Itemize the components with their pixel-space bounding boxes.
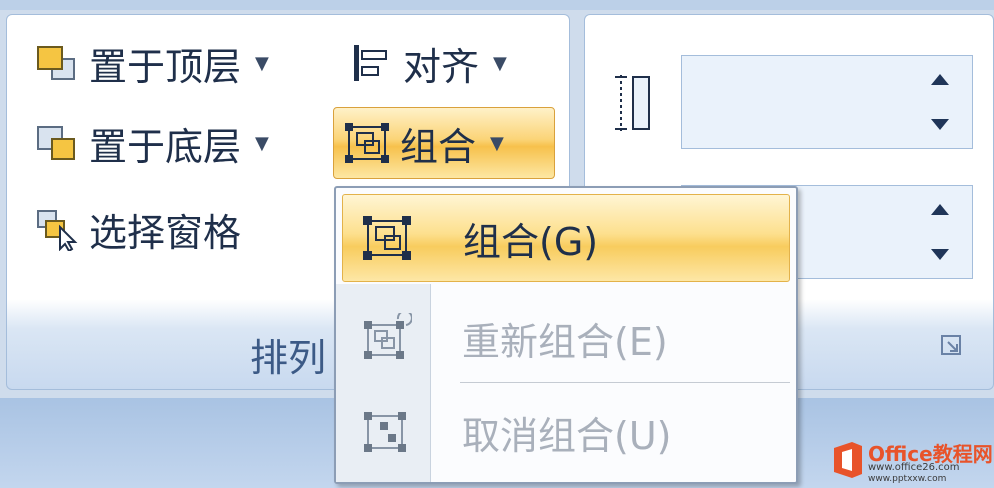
height-icon — [611, 71, 655, 135]
group-button[interactable]: 组合 ▼ — [333, 107, 555, 179]
office-logo-icon — [834, 442, 862, 478]
send-to-back-label: 置于底层 — [89, 124, 242, 169]
spin-up-icon[interactable] — [931, 204, 949, 215]
watermark-url: www.office26.com — [868, 462, 960, 473]
watermark-url: www.pptxxw.com — [868, 474, 947, 484]
menu-item-label: 组合(G) — [463, 219, 599, 264]
ungroup-icon — [342, 388, 430, 476]
spin-down-icon[interactable] — [931, 249, 949, 260]
height-spinner[interactable] — [681, 55, 973, 149]
group-dropdown-menu: 组合(G) 重新组合(E) 取消组合(U) — [334, 186, 798, 484]
chevron-down-icon[interactable]: ▼ — [490, 133, 504, 154]
bring-to-front-icon — [31, 41, 81, 85]
menu-item-group[interactable]: 组合(G) — [342, 194, 790, 282]
chevron-down-icon[interactable]: ▼ — [255, 133, 269, 154]
selection-pane-label: 选择窗格 — [89, 210, 242, 255]
spin-down-icon[interactable] — [931, 119, 949, 130]
watermark: Office教程网 www.office26.com www.pptxxw.co… — [830, 438, 993, 486]
group-icon — [342, 121, 392, 165]
selection-pane-icon — [31, 207, 81, 251]
bring-to-front-label: 置于顶层 — [89, 44, 242, 89]
align-label: 对齐 — [403, 44, 480, 89]
send-to-back-button[interactable]: 置于底层 ▼ — [31, 115, 269, 171]
ribbon-top-edge — [0, 0, 994, 10]
group-icon — [343, 194, 431, 282]
chevron-down-icon[interactable]: ▼ — [493, 53, 507, 74]
bring-to-front-button[interactable]: 置于顶层 ▼ — [31, 35, 269, 91]
menu-item-ungroup[interactable]: 取消组合(U) — [342, 388, 790, 476]
menu-item-label: 重新组合(E) — [462, 319, 668, 364]
regroup-icon — [342, 294, 430, 382]
align-button[interactable]: 对齐 ▼ — [345, 35, 507, 91]
selection-pane-button[interactable]: 选择窗格 — [31, 201, 241, 257]
dialog-launcher-icon[interactable] — [939, 333, 963, 357]
group-label: 组合 — [400, 124, 477, 169]
spin-up-icon[interactable] — [931, 74, 949, 85]
send-to-back-icon — [31, 121, 81, 165]
menu-separator — [460, 382, 790, 383]
menu-item-regroup[interactable]: 重新组合(E) — [342, 294, 790, 382]
menu-item-label: 取消组合(U) — [462, 413, 672, 458]
align-icon — [345, 41, 395, 85]
chevron-down-icon[interactable]: ▼ — [255, 53, 269, 74]
